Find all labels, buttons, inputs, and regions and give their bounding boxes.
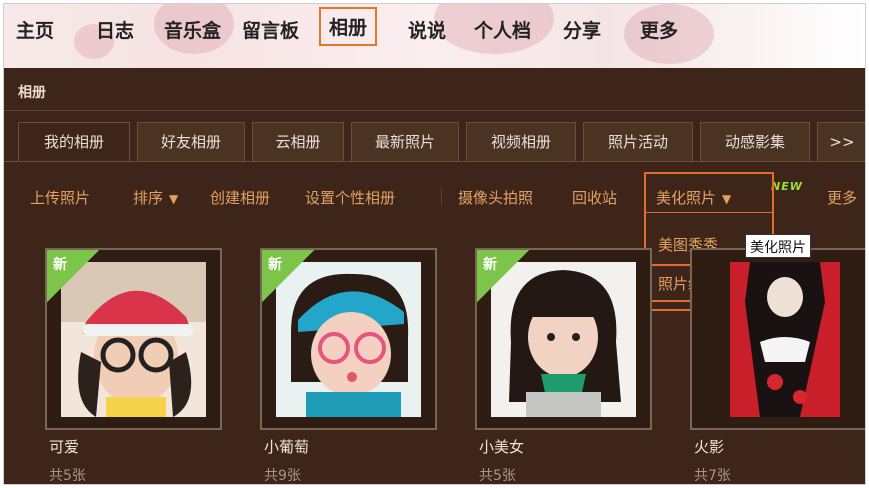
recycle-bin-link[interactable]: 回收站 bbox=[572, 187, 617, 208]
tab-photo-events[interactable]: 照片活动 bbox=[583, 122, 693, 162]
nav-albums[interactable]: 相册 bbox=[319, 7, 378, 46]
album-count: 共9张 bbox=[264, 468, 301, 484]
double-chevron-icon[interactable]: >> bbox=[817, 122, 865, 162]
tab-cloud-album[interactable]: 云相册 bbox=[252, 122, 344, 162]
nav-profile[interactable]: 个人档 bbox=[474, 16, 531, 43]
nav-blog[interactable]: 日志 bbox=[96, 16, 134, 43]
divider bbox=[4, 110, 865, 111]
album-count: 共5张 bbox=[49, 468, 86, 484]
tab-slideshow[interactable]: 动感影集 bbox=[700, 122, 810, 162]
nav-message-board[interactable]: 留言板 bbox=[242, 16, 299, 43]
badge-label: 新 bbox=[483, 257, 497, 273]
webcam-photo-link[interactable]: 摄像头拍照 bbox=[458, 187, 533, 208]
album-count: 共7张 bbox=[694, 468, 731, 484]
album-card[interactable] bbox=[690, 248, 865, 430]
new-badge: NEW bbox=[771, 180, 803, 193]
album-cover bbox=[730, 262, 840, 417]
album-count: 共5张 bbox=[479, 468, 516, 484]
album-card[interactable]: 新 bbox=[475, 248, 652, 430]
nav-home[interactable]: 主页 bbox=[16, 16, 54, 43]
dropdown-divider bbox=[646, 212, 772, 213]
nav-status[interactable]: 说说 bbox=[408, 16, 446, 43]
tab-video-albums[interactable]: 视频相册 bbox=[466, 122, 576, 162]
nav-music-box[interactable]: 音乐盒 bbox=[164, 16, 221, 43]
top-nav: 主页 日志 音乐盒 留言板 相册 说说 个人档 分享 更多 bbox=[4, 4, 865, 68]
new-album-badge: 新 bbox=[262, 250, 314, 302]
album-card[interactable]: 新 bbox=[260, 248, 437, 430]
caret-down-icon: ▼ bbox=[169, 192, 179, 206]
album-name[interactable]: 火影 bbox=[694, 436, 724, 457]
nav-share[interactable]: 分享 bbox=[563, 16, 601, 43]
sort-dropdown[interactable]: 排序 ▼ bbox=[133, 187, 178, 208]
panel-title: 相册 bbox=[18, 85, 46, 101]
new-album-badge: 新 bbox=[47, 250, 99, 302]
toolbar-separator bbox=[441, 188, 442, 206]
new-album-badge: 新 bbox=[477, 250, 529, 302]
create-album-link[interactable]: 创建相册 bbox=[210, 187, 270, 208]
badge-label: 新 bbox=[53, 257, 67, 273]
tab-latest-photos[interactable]: 最新照片 bbox=[351, 122, 459, 162]
personalize-album-link[interactable]: 设置个性相册 bbox=[305, 187, 395, 208]
app-window: 主页 日志 音乐盒 留言板 相册 说说 个人档 分享 更多 相册 我的相册 好友… bbox=[3, 3, 866, 485]
album-name[interactable]: 小葡萄 bbox=[264, 436, 309, 457]
album-name[interactable]: 小美女 bbox=[479, 436, 524, 457]
tab-my-albums[interactable]: 我的相册 bbox=[18, 122, 130, 162]
badge-label: 新 bbox=[268, 257, 282, 273]
album-name[interactable]: 可爱 bbox=[49, 436, 79, 457]
album-card[interactable]: 新 bbox=[45, 248, 222, 430]
sort-label: 排序 bbox=[133, 189, 164, 207]
upload-photos-link[interactable]: 上传照片 bbox=[30, 187, 90, 208]
tab-friend-albums[interactable]: 好友相册 bbox=[137, 122, 245, 162]
nav-more[interactable]: 更多 bbox=[640, 16, 678, 43]
album-panel: 相册 我的相册 好友相册 云相册 最新照片 视频相册 照片活动 动感影集 >> … bbox=[4, 68, 865, 484]
more-link[interactable]: 更多 bbox=[827, 187, 857, 208]
beautify-tooltip: 美化照片 bbox=[745, 234, 811, 258]
tab-bar-line bbox=[4, 161, 865, 162]
